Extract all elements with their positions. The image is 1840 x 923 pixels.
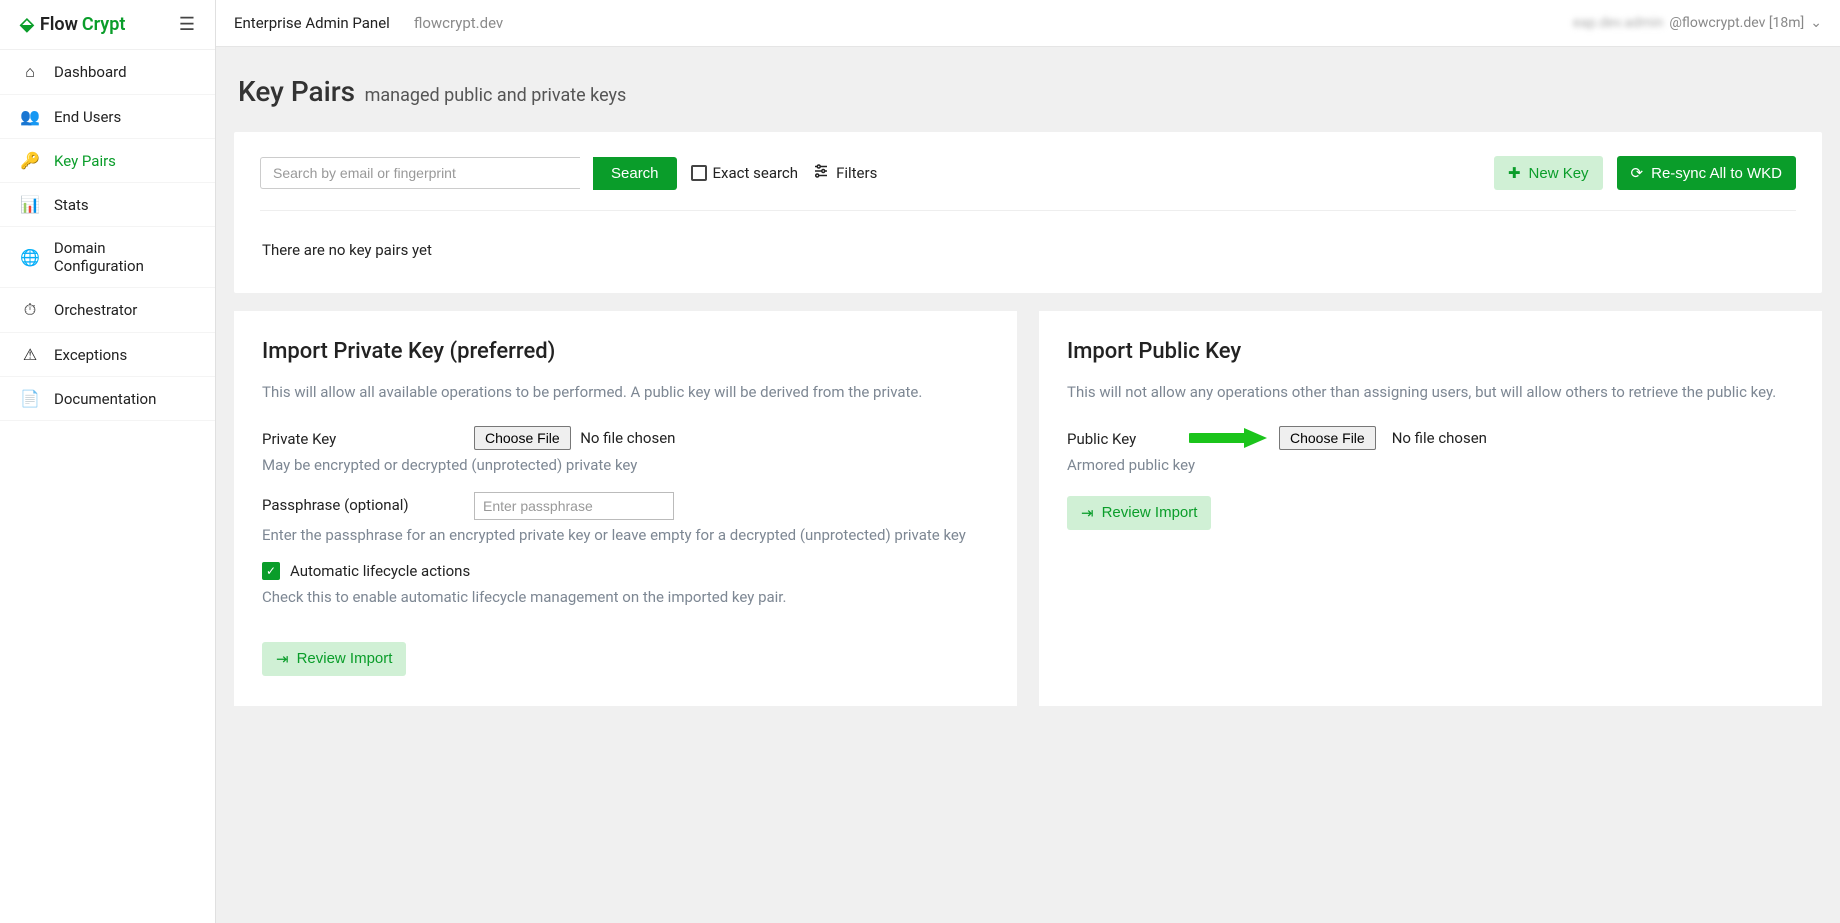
private-hint-1: May be encrypted or decrypted (unprotect… bbox=[262, 456, 989, 474]
sidebar-item-domain-config[interactable]: 🌐 Domain Configuration bbox=[0, 227, 215, 288]
auto-lifecycle-label: Automatic lifecycle actions bbox=[290, 562, 470, 580]
sidebar-item-label: Dashboard bbox=[54, 63, 127, 81]
exact-search-toggle[interactable]: Exact search bbox=[691, 164, 799, 182]
passphrase-input[interactable] bbox=[474, 492, 674, 520]
search-panel: Search Exact search Filters ✚ Ne bbox=[234, 132, 1822, 293]
sidebar-item-documentation[interactable]: 📄 Documentation bbox=[0, 377, 215, 421]
import-icon: ⇥ bbox=[1081, 504, 1094, 522]
import-public-card: Import Public Key This will not allow an… bbox=[1039, 311, 1822, 706]
search-row: Search Exact search Filters ✚ Ne bbox=[260, 156, 1796, 211]
topbar-title: Enterprise Admin Panel bbox=[234, 14, 390, 32]
home-icon: ⌂ bbox=[20, 62, 40, 82]
brand-icon: ⬙ bbox=[20, 14, 34, 35]
annotation-arrow-icon bbox=[1189, 426, 1269, 450]
import-row: Import Private Key (preferred) This will… bbox=[234, 311, 1822, 706]
users-icon: 👥 bbox=[20, 107, 40, 126]
clock-icon: ⏱ bbox=[20, 300, 40, 320]
private-review-button[interactable]: ⇥ Review Import bbox=[262, 642, 406, 676]
sidebar-item-label: Domain Configuration bbox=[54, 239, 195, 275]
sync-icon: ⟳ bbox=[1631, 164, 1644, 182]
sidebar-item-label: Stats bbox=[54, 196, 89, 214]
import-private-desc: This will allow all available operations… bbox=[262, 382, 989, 404]
import-private-title: Import Private Key (preferred) bbox=[262, 339, 989, 364]
private-key-label: Private Key bbox=[262, 426, 452, 448]
public-no-file: No file chosen bbox=[1392, 429, 1487, 447]
document-icon: 📄 bbox=[20, 389, 40, 408]
private-choose-file-button[interactable]: Choose File bbox=[474, 426, 571, 450]
sidebar-item-end-users[interactable]: 👥 End Users bbox=[0, 95, 215, 139]
checkbox-icon bbox=[691, 165, 707, 181]
filters-button[interactable]: Filters bbox=[812, 162, 877, 184]
import-private-card: Import Private Key (preferred) This will… bbox=[234, 311, 1017, 706]
chevron-down-icon: ⌄ bbox=[1810, 15, 1822, 31]
stats-icon: 📊 bbox=[20, 195, 40, 214]
key-icon: 🔑 bbox=[20, 151, 40, 170]
import-public-title: Import Public Key bbox=[1067, 339, 1794, 364]
topbar: Enterprise Admin Panel flowcrypt.dev eap… bbox=[216, 0, 1840, 47]
sidebar-nav: ⌂ Dashboard 👥 End Users 🔑 Key Pairs 📊 St… bbox=[0, 50, 215, 421]
user-menu[interactable]: eap.dev.admin @flowcrypt.dev [18m] ⌄ bbox=[1573, 15, 1822, 31]
page-title: Key Pairs bbox=[238, 75, 355, 108]
sidebar: ⬙ FlowCrypt ☰ ⌂ Dashboard 👥 End Users 🔑 … bbox=[0, 0, 216, 923]
topbar-domain: flowcrypt.dev bbox=[414, 14, 503, 32]
public-hint: Armored public key bbox=[1067, 456, 1794, 474]
brand-crypt: Crypt bbox=[82, 14, 126, 35]
sidebar-item-dashboard[interactable]: ⌂ Dashboard bbox=[0, 50, 215, 95]
user-suffix: @flowcrypt.dev [18m] bbox=[1669, 15, 1804, 31]
resync-button[interactable]: ⟳ Re-sync All to WKD bbox=[1617, 156, 1796, 190]
sidebar-item-label: End Users bbox=[54, 108, 121, 126]
sidebar-item-orchestrator[interactable]: ⏱ Orchestrator bbox=[0, 288, 215, 333]
menu-toggle-icon[interactable]: ☰ bbox=[179, 14, 195, 35]
search-input[interactable] bbox=[260, 157, 580, 189]
logo-row: ⬙ FlowCrypt ☰ bbox=[0, 0, 215, 50]
brand-flow: Flow bbox=[40, 14, 78, 35]
resync-label: Re-sync All to WKD bbox=[1651, 165, 1782, 182]
sidebar-item-label: Documentation bbox=[54, 390, 156, 408]
public-key-field: Public Key Choose File No file chosen bbox=[1067, 426, 1794, 450]
exact-search-label: Exact search bbox=[713, 164, 799, 182]
main: Enterprise Admin Panel flowcrypt.dev eap… bbox=[216, 0, 1840, 923]
sidebar-item-key-pairs[interactable]: 🔑 Key Pairs bbox=[0, 139, 215, 183]
filters-label: Filters bbox=[836, 164, 877, 182]
sidebar-item-exceptions[interactable]: ⚠ Exceptions bbox=[0, 333, 215, 377]
checkbox-checked-icon: ✓ bbox=[262, 562, 280, 580]
search-button[interactable]: Search bbox=[593, 157, 677, 190]
key-plus-icon: ✚ bbox=[1508, 164, 1521, 182]
passphrase-label: Passphrase (optional) bbox=[262, 492, 452, 514]
page-heading: Key Pairs managed public and private key… bbox=[234, 65, 1822, 114]
sliders-icon bbox=[812, 162, 830, 184]
auto-lifecycle-hint: Check this to enable automatic lifecycle… bbox=[262, 588, 989, 606]
page-subtitle: managed public and private keys bbox=[365, 85, 627, 106]
globe-icon: 🌐 bbox=[20, 248, 40, 267]
private-no-file: No file chosen bbox=[580, 429, 675, 447]
public-review-button[interactable]: ⇥ Review Import bbox=[1067, 496, 1211, 530]
sidebar-item-stats[interactable]: 📊 Stats bbox=[0, 183, 215, 227]
brand-logo[interactable]: ⬙ FlowCrypt bbox=[20, 14, 125, 35]
sidebar-item-label: Key Pairs bbox=[54, 152, 116, 170]
private-hint-2: Enter the passphrase for an encrypted pr… bbox=[262, 526, 989, 544]
import-icon: ⇥ bbox=[276, 650, 289, 668]
sidebar-item-label: Exceptions bbox=[54, 346, 127, 364]
user-hidden: eap.dev.admin bbox=[1573, 15, 1664, 31]
passphrase-field: Passphrase (optional) bbox=[262, 492, 989, 520]
sidebar-item-label: Orchestrator bbox=[54, 301, 137, 319]
new-key-button[interactable]: ✚ New Key bbox=[1494, 156, 1603, 190]
warning-icon: ⚠ bbox=[20, 345, 40, 364]
content: Key Pairs managed public and private key… bbox=[216, 47, 1840, 724]
new-key-label: New Key bbox=[1529, 165, 1589, 182]
private-key-field: Private Key Choose File No file chosen bbox=[262, 426, 989, 450]
import-public-desc: This will not allow any operations other… bbox=[1067, 382, 1794, 404]
private-review-label: Review Import bbox=[297, 650, 393, 667]
empty-message: There are no key pairs yet bbox=[260, 211, 1796, 263]
public-choose-file-button[interactable]: Choose File bbox=[1279, 426, 1376, 450]
public-key-label: Public Key bbox=[1067, 426, 1167, 448]
auto-lifecycle-toggle[interactable]: ✓ Automatic lifecycle actions bbox=[262, 562, 989, 580]
public-review-label: Review Import bbox=[1102, 504, 1198, 521]
